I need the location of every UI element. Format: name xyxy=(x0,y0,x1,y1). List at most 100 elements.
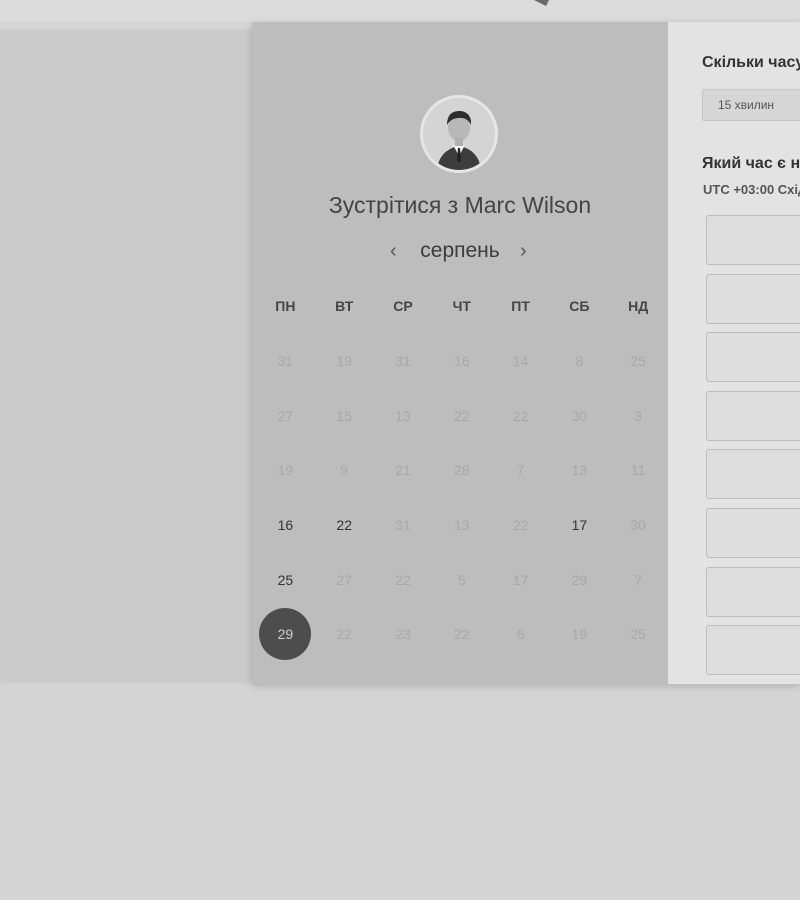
calendar-day: 17 xyxy=(491,552,550,607)
calendar-day-number: 17 xyxy=(571,517,588,534)
chevron-left-icon[interactable]: ‹ xyxy=(390,240,397,263)
calendar-day-number: 25 xyxy=(630,626,646,643)
calendar-day-number: 6 xyxy=(516,626,525,643)
calendar-day: 27 xyxy=(256,389,315,444)
time-slot[interactable] xyxy=(706,332,800,383)
calendar-day-number: 31 xyxy=(277,353,294,370)
calendar-day-number: 25 xyxy=(277,571,294,588)
weekday-label: СБ xyxy=(569,298,590,314)
calendar-day-number: 27 xyxy=(336,571,352,588)
weekday-label: СР xyxy=(393,298,413,314)
calendar-day: 31 xyxy=(256,334,315,389)
calendar-day[interactable]: 17 xyxy=(550,498,609,553)
calendar-day: 11 xyxy=(609,443,668,498)
calendar-day-number: 27 xyxy=(277,407,294,424)
top-strip xyxy=(0,0,800,22)
time-question: Який час є найкращим? xyxy=(702,155,800,172)
calendar-day-number: 31 xyxy=(395,353,411,370)
calendar-day: 30 xyxy=(609,498,668,553)
calendar-day-number: 9 xyxy=(340,462,349,479)
calendar-day-number: 17 xyxy=(512,571,529,588)
calendar-day-number: 22 xyxy=(454,407,470,424)
weekday-label: ПТ xyxy=(511,298,530,314)
calendar-day: 31 xyxy=(374,334,433,389)
calendar-day: 19 xyxy=(550,607,609,662)
background-page-area xyxy=(0,30,262,680)
time-slot[interactable] xyxy=(706,390,800,441)
meeting-title: Зустрітися з Marc Wilson xyxy=(328,192,592,218)
time-slot[interactable] xyxy=(706,215,800,265)
chevron-right-icon[interactable]: › xyxy=(520,240,527,263)
weekday-label: ЧТ xyxy=(452,298,471,314)
calendar-day: 13 xyxy=(374,389,433,444)
calendar-day: 28 xyxy=(432,443,491,498)
time-slot[interactable] xyxy=(706,449,800,500)
calendar-grid: 31 19 31 16 14 8 25 27 15 13 22 22 30 3 19 9 21 28 7 13 11 16… xyxy=(256,334,668,662)
weekday-header: ПН ВТ СР ЧТ ПТ СБ НД xyxy=(256,298,668,314)
calendar-day-number: 19 xyxy=(336,353,352,370)
calendar-day: 22 xyxy=(374,552,433,607)
calendar-day-number: 7 xyxy=(634,571,643,588)
calendar-day: 6 xyxy=(491,607,550,662)
calendar-day-number: 7 xyxy=(516,462,525,479)
calendar-day: 16 xyxy=(432,334,491,389)
calendar-day-number: 3 xyxy=(634,407,643,424)
calendar-day-selected[interactable]: 29 xyxy=(256,607,315,662)
calendar-day-number: 22 xyxy=(395,571,411,588)
calendar-day-number: 22 xyxy=(512,407,529,424)
time-slot[interactable] xyxy=(706,566,800,617)
calendar-day[interactable]: 25 xyxy=(256,552,315,607)
calendar-day[interactable]: 22 xyxy=(315,498,374,553)
calendar-day-number: 22 xyxy=(454,626,470,643)
profile-photo-icon xyxy=(423,98,495,170)
month-label: серпень xyxy=(420,239,500,262)
calendar-day-number: 22 xyxy=(512,517,529,534)
calendar-day: 22 xyxy=(491,498,550,553)
calendar-day-number: 22 xyxy=(336,517,352,534)
time-slot[interactable] xyxy=(706,273,800,324)
calendar-day: 23 xyxy=(374,607,433,662)
calendar-day-number: 29 xyxy=(259,608,312,661)
weekday-label: НД xyxy=(628,298,649,314)
calendar-day-number: 13 xyxy=(454,517,470,534)
calendar-day-number: 28 xyxy=(454,462,470,479)
calendar-day: 31 xyxy=(374,498,433,553)
time-slot[interactable] xyxy=(706,625,800,676)
avatar xyxy=(420,95,498,173)
calendar-day: 7 xyxy=(609,552,668,607)
calendar-day: 5 xyxy=(432,552,491,607)
caret-pointer-icon xyxy=(534,0,549,6)
calendar-day-number: 13 xyxy=(571,462,588,479)
duration-option-button[interactable]: 15 хвилин xyxy=(702,89,800,121)
calendar-day-number: 22 xyxy=(336,626,352,643)
calendar-day: 15 xyxy=(315,389,374,444)
calendar-card: Зустрітися з Marc Wilson серпень ‹ › ПН … xyxy=(252,22,668,684)
calendar-day-number: 15 xyxy=(336,407,352,424)
calendar-day: 3 xyxy=(609,389,668,444)
time-selection-panel: Скільки часу потрібно? 15 хвилин Який ча… xyxy=(668,22,800,684)
calendar-day: 22 xyxy=(491,389,550,444)
calendar-day-number: 30 xyxy=(571,407,588,424)
calendar-day-number: 29 xyxy=(571,571,588,588)
calendar-day-number: 30 xyxy=(630,517,646,534)
calendar-day-number: 14 xyxy=(512,353,529,370)
time-slot-list xyxy=(706,215,800,684)
month-navigation: серпень ‹ › xyxy=(252,238,668,268)
calendar-day-number: 8 xyxy=(575,353,584,370)
calendar-day: 13 xyxy=(432,498,491,553)
calendar-day-number: 5 xyxy=(457,571,466,588)
calendar-day-number: 11 xyxy=(630,462,646,479)
calendar-day: 27 xyxy=(315,552,374,607)
time-slot[interactable] xyxy=(706,507,800,558)
timezone-label[interactable]: UTC +03:00 Східна Європа xyxy=(703,182,800,197)
calendar-day: 25 xyxy=(609,334,668,389)
calendar-day-number: 25 xyxy=(630,353,646,370)
calendar-day: 19 xyxy=(256,443,315,498)
calendar-day: 22 xyxy=(315,607,374,662)
weekday-label: ПН xyxy=(275,298,296,314)
calendar-day: 21 xyxy=(374,443,433,498)
calendar-day: 19 xyxy=(315,334,374,389)
calendar-day: 30 xyxy=(550,389,609,444)
calendar-day-number: 16 xyxy=(454,353,470,370)
calendar-day[interactable]: 16 xyxy=(256,498,315,553)
